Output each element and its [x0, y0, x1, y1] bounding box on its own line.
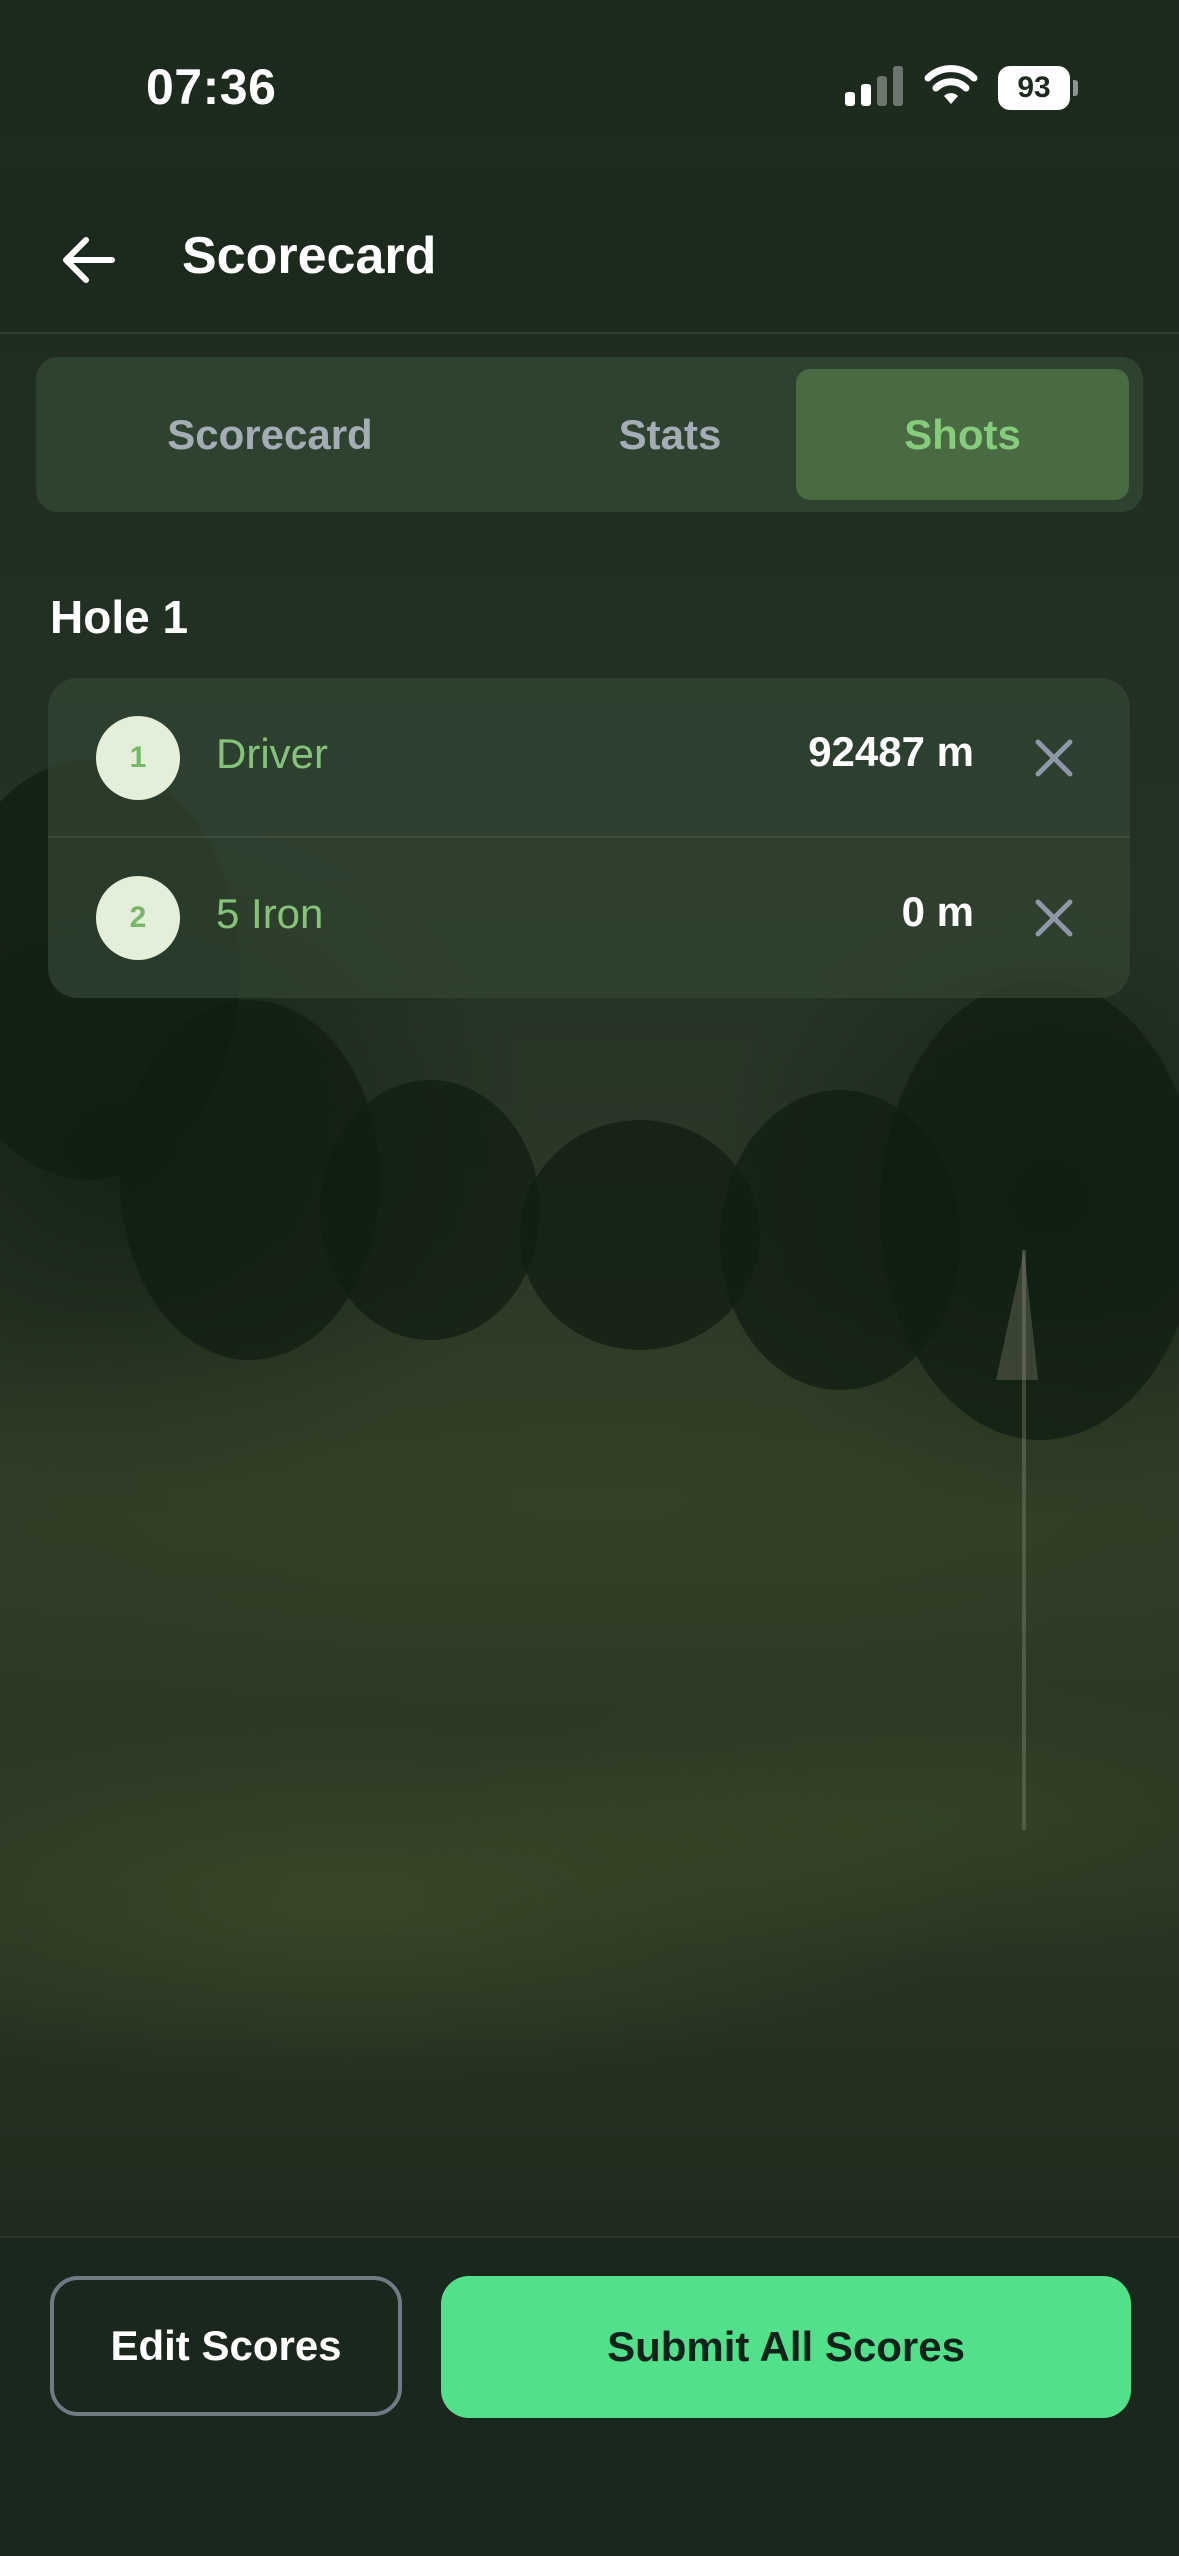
- app-header: Scorecard: [0, 170, 1179, 334]
- status-bar: 07:36 93: [0, 0, 1179, 170]
- bottom-action-bar: Edit Scores Submit All Scores: [0, 2236, 1179, 2556]
- tab-shots[interactable]: Shots: [796, 369, 1129, 500]
- edit-scores-button[interactable]: Edit Scores: [50, 2276, 402, 2416]
- submit-all-scores-button[interactable]: Submit All Scores: [441, 2276, 1131, 2418]
- shots-list: 1 Driver 92487 m 2 5 Iron 0 m: [48, 678, 1130, 998]
- arrow-left-icon[interactable]: [50, 220, 130, 300]
- battery-icon: 93: [998, 66, 1078, 110]
- tab-scorecard[interactable]: Scorecard: [50, 369, 490, 500]
- page-title: Scorecard: [182, 227, 437, 285]
- flag-icon: [996, 1250, 1038, 1380]
- shot-row: 1 Driver 92487 m: [48, 678, 1130, 838]
- cellular-signal-icon: [845, 66, 903, 106]
- close-icon[interactable]: [1018, 722, 1090, 794]
- shot-number-badge: 2: [96, 876, 180, 960]
- battery-level: 93: [998, 66, 1070, 110]
- hole-title: Hole 1: [50, 591, 189, 643]
- shot-number-badge: 1: [96, 716, 180, 800]
- shot-club: Driver: [216, 730, 328, 777]
- shot-row: 2 5 Iron 0 m: [48, 838, 1130, 998]
- segmented-tabs: Scorecard Stats Shots: [36, 357, 1143, 512]
- shot-club: 5 Iron: [216, 890, 324, 937]
- close-icon[interactable]: [1018, 882, 1090, 954]
- status-time: 07:36: [146, 59, 277, 115]
- wifi-icon: [924, 65, 978, 104]
- shot-distance: 92487 m: [808, 728, 974, 775]
- shot-distance: 0 m: [901, 888, 974, 935]
